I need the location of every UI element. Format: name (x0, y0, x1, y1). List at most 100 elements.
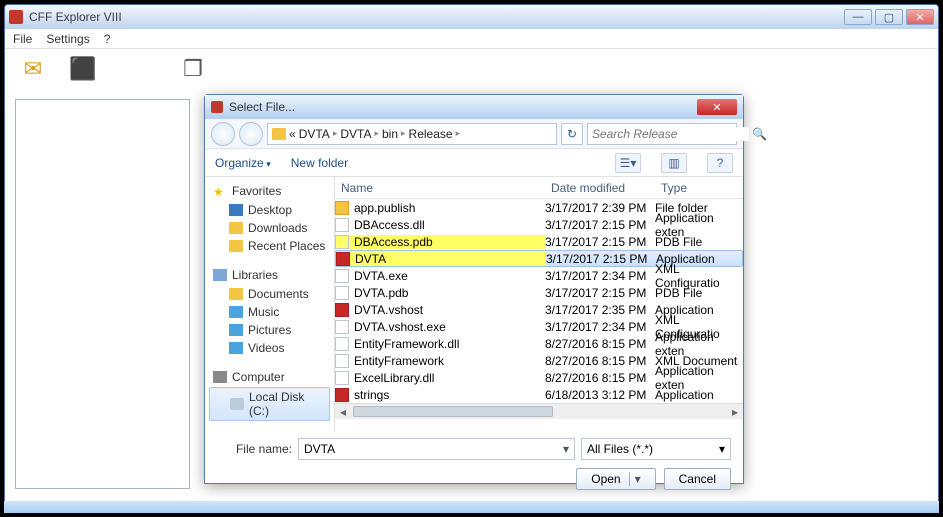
minimize-button[interactable]: — (844, 9, 872, 25)
menu-file[interactable]: File (13, 32, 32, 46)
open-file-icon[interactable]: ✉ (19, 55, 47, 83)
file-date: 8/27/2016 8:15 PM (545, 354, 655, 368)
filename-label: File name: (217, 442, 292, 456)
forward-button[interactable] (239, 122, 263, 146)
file-filter-label: All Files (*.*) (587, 442, 653, 456)
filename-input-wrap[interactable]: ▾ (298, 438, 575, 460)
file-row[interactable]: DVTA.exe3/17/2017 2:34 PMXML Configurati… (335, 267, 743, 284)
tree-libraries[interactable]: Libraries (205, 265, 334, 285)
crumb-1[interactable]: DVTA (299, 127, 330, 141)
file-icon (335, 218, 349, 232)
crumb-root[interactable]: « (289, 127, 296, 141)
scroll-left-icon[interactable]: ◂ (335, 404, 351, 420)
file-date: 3/17/2017 2:34 PM (545, 269, 655, 283)
horizontal-scrollbar[interactable]: ◂ ▸ (335, 403, 743, 419)
file-row[interactable]: DBAccess.dll3/17/2017 2:15 PMApplication… (335, 216, 743, 233)
open-dropdown-icon[interactable]: ▾ (629, 472, 641, 486)
tree-videos[interactable]: Videos (205, 339, 334, 357)
file-date: 3/17/2017 2:15 PM (545, 235, 655, 249)
search-box[interactable]: 🔍 (587, 123, 737, 145)
tree-music[interactable]: Music (205, 303, 334, 321)
search-input[interactable] (592, 127, 749, 141)
app-icon (9, 10, 23, 24)
crumb-2[interactable]: DVTA (340, 127, 371, 141)
view-button[interactable]: ☰▾ (615, 153, 641, 173)
tree-recent[interactable]: Recent Places (205, 237, 334, 255)
preview-pane-button[interactable]: ▥ (661, 153, 687, 173)
file-row[interactable]: strings6/18/2013 3:12 PMApplication (335, 386, 743, 403)
file-icon (335, 320, 349, 334)
open-button[interactable]: Open▾ (576, 468, 655, 490)
organize-menu[interactable]: Organize (215, 156, 271, 170)
file-row[interactable]: EntityFramework.dll8/27/2016 8:15 PMAppl… (335, 335, 743, 352)
scroll-thumb[interactable] (353, 406, 553, 417)
file-name: DBAccess.pdb (354, 235, 433, 249)
file-filter-dropdown[interactable]: All Files (*.*)▾ (581, 438, 731, 460)
maximize-button[interactable]: ▢ (875, 9, 903, 25)
nav-tree: ★Favorites Desktop Downloads Recent Plac… (205, 177, 335, 432)
close-button[interactable]: ✕ (906, 9, 934, 25)
menu-help[interactable]: ? (104, 32, 111, 46)
crumb-3[interactable]: bin (382, 127, 398, 141)
help-button[interactable]: ? (707, 153, 733, 173)
file-type: PDB File (655, 235, 743, 249)
file-icon (335, 235, 349, 249)
select-file-dialog: Select File... ✕ « DVTA▸ DVTA▸ bin▸ Rele… (204, 94, 744, 484)
file-date: 3/17/2017 2:34 PM (545, 320, 655, 334)
back-button[interactable] (211, 122, 235, 146)
menu-settings[interactable]: Settings (46, 32, 89, 46)
file-row[interactable]: DBAccess.pdb 3/17/2017 2:15 PMPDB File (335, 233, 743, 250)
file-icon (335, 303, 349, 317)
file-name: ExcelLibrary.dll (354, 371, 434, 385)
main-titlebar[interactable]: CFF Explorer VIII — ▢ ✕ (5, 5, 938, 29)
tree-desktop[interactable]: Desktop (205, 201, 334, 219)
dialog-footer: File name: ▾ All Files (*.*)▾ Open▾ Canc… (205, 432, 743, 496)
refresh-button[interactable]: ↻ (561, 123, 583, 145)
file-date: 3/17/2017 2:39 PM (545, 201, 655, 215)
new-folder-button[interactable]: New folder (291, 156, 348, 170)
file-date: 3/17/2017 2:15 PM (545, 218, 655, 232)
file-name: DVTA.vshost (354, 303, 423, 317)
file-row[interactable]: DVTA.pdb 3/17/2017 2:15 PMPDB File (335, 284, 743, 301)
tree-pictures[interactable]: Pictures (205, 321, 334, 339)
taskbar (4, 501, 939, 513)
file-row[interactable]: ExcelLibrary.dll8/27/2016 8:15 PMApplica… (335, 369, 743, 386)
cancel-button[interactable]: Cancel (664, 468, 731, 490)
breadcrumb[interactable]: « DVTA▸ DVTA▸ bin▸ Release▸ (267, 123, 557, 145)
search-icon: 🔍 (752, 127, 767, 141)
file-icon (335, 201, 349, 215)
file-icon (335, 286, 349, 300)
file-type: Application (655, 388, 743, 402)
col-date[interactable]: Date modified (545, 181, 655, 195)
tree-downloads[interactable]: Downloads (205, 219, 334, 237)
scroll-right-icon[interactable]: ▸ (727, 404, 743, 420)
window-title: CFF Explorer VIII (29, 10, 844, 24)
file-icon (335, 354, 349, 368)
filename-input[interactable] (299, 442, 558, 456)
file-name: EntityFramework.dll (354, 337, 459, 351)
copy-icon[interactable]: ❐ (179, 55, 207, 83)
side-panel (15, 99, 190, 489)
col-name[interactable]: Name (335, 181, 545, 195)
dialog-title: Select File... (229, 100, 697, 114)
file-name: app.publish (354, 201, 415, 215)
tree-localdisk[interactable]: Local Disk (C:) (209, 387, 330, 421)
main-toolbar: ✉ ⬛ ❐ (5, 49, 938, 89)
file-date: 8/27/2016 8:15 PM (545, 371, 655, 385)
file-name: DVTA.pdb (354, 286, 408, 300)
file-name: DVTA.vshost.exe (354, 320, 446, 334)
tree-computer[interactable]: Computer (205, 367, 334, 387)
tree-documents[interactable]: Documents (205, 285, 334, 303)
file-date: 3/17/2017 2:15 PM (545, 286, 655, 300)
tree-favorites[interactable]: ★Favorites (205, 181, 334, 201)
column-headers[interactable]: Name Date modified Type (335, 177, 743, 199)
file-icon (336, 252, 350, 266)
file-type: PDB File (655, 286, 743, 300)
crumb-4[interactable]: Release (409, 127, 453, 141)
dialog-toolbar: Organize New folder ☰▾ ▥ ? (205, 149, 743, 177)
col-type[interactable]: Type (655, 181, 743, 195)
dialog-titlebar[interactable]: Select File... ✕ (205, 95, 743, 119)
dialog-close-button[interactable]: ✕ (697, 99, 737, 115)
filename-dropdown-icon[interactable]: ▾ (558, 442, 574, 456)
save-icon[interactable]: ⬛ (69, 55, 97, 83)
